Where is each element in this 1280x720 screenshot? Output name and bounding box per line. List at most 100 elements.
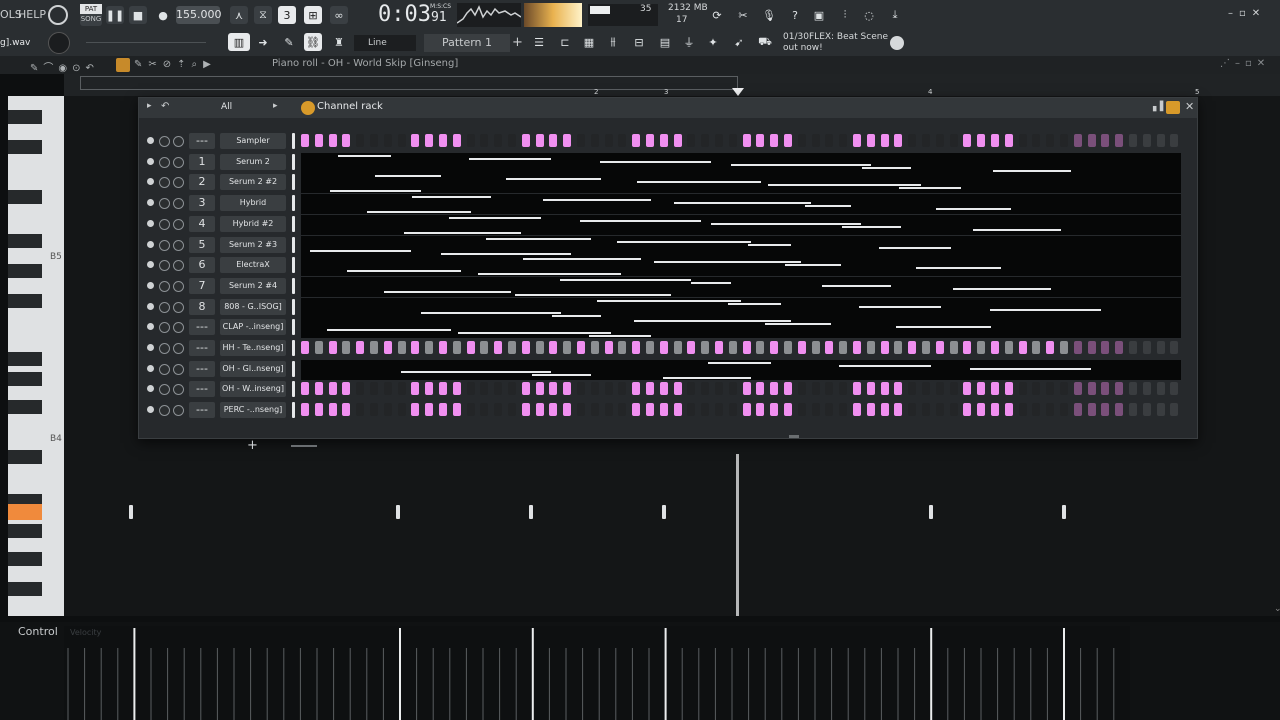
step-button[interactable] (1060, 134, 1068, 147)
step-button[interactable] (853, 382, 861, 396)
step-button[interactable] (687, 134, 696, 147)
step-button[interactable] (825, 341, 834, 354)
step-button[interactable] (563, 403, 572, 417)
step-button[interactable] (1101, 403, 1110, 417)
step-button[interactable] (853, 341, 861, 354)
step-button[interactable] (853, 403, 861, 417)
rack-scrollbar[interactable] (291, 445, 317, 447)
step-button[interactable] (604, 134, 613, 147)
step-button[interactable] (425, 382, 434, 396)
step-button[interactable] (742, 134, 751, 147)
step-button[interactable] (1046, 341, 1055, 354)
step-button[interactable] (314, 403, 323, 417)
step-button[interactable] (784, 134, 792, 147)
step-button[interactable] (949, 403, 958, 417)
record-button[interactable]: ● (154, 6, 172, 24)
step-button[interactable] (425, 403, 434, 417)
mute-led[interactable] (147, 261, 154, 269)
control-label[interactable]: Control (18, 625, 58, 638)
master-volume-knob[interactable] (48, 32, 70, 54)
mixer-track-number[interactable]: 1 (189, 153, 215, 170)
pencil-icon[interactable]: ✎ (280, 33, 298, 51)
mixer-track-number[interactable]: --- (189, 340, 215, 356)
volume-knob[interactable] (173, 218, 184, 230)
bird-icon[interactable]: ➹ (730, 33, 748, 51)
mute-led[interactable] (147, 157, 154, 165)
step-button[interactable] (935, 341, 944, 354)
step-button[interactable] (797, 134, 806, 147)
volume-knob[interactable] (173, 260, 184, 272)
step-button[interactable] (577, 341, 585, 354)
mixer-track-number[interactable]: 8 (189, 298, 215, 315)
step-button[interactable] (922, 134, 930, 147)
note[interactable] (662, 505, 666, 519)
step-button[interactable] (356, 403, 365, 417)
channel-row[interactable]: 8 808 - G..ISOG] (143, 297, 1183, 318)
step-button[interactable] (963, 403, 972, 417)
step-button[interactable] (880, 134, 889, 147)
step-button[interactable] (770, 341, 779, 354)
step-button[interactable] (1170, 403, 1179, 417)
channel-name-button[interactable]: OH - W..inseng] (220, 381, 286, 398)
step-button[interactable] (328, 382, 337, 396)
mute-led[interactable] (147, 137, 154, 144)
step-button[interactable] (1129, 341, 1137, 354)
step-button[interactable] (784, 382, 792, 396)
step-button[interactable] (908, 341, 917, 354)
step-button[interactable] (784, 341, 792, 354)
step-button[interactable] (535, 382, 544, 396)
mixer-slider-icon[interactable]: ⫵ (604, 33, 622, 51)
step-button[interactable] (673, 382, 682, 396)
step-button[interactable] (756, 134, 765, 147)
channel-name-button[interactable]: ElectraX (220, 257, 286, 274)
channel-row[interactable]: 7 Serum 2 #4 (143, 276, 1183, 297)
step-button[interactable] (577, 382, 585, 396)
step-button[interactable] (383, 134, 392, 147)
hint-text-2[interactable]: out now! (783, 43, 823, 53)
step-button[interactable] (1170, 341, 1179, 354)
step-button[interactable] (632, 403, 641, 417)
channel-name-button[interactable]: Hybrid (220, 195, 286, 212)
pat-song-toggle[interactable]: PAT SONG (80, 4, 102, 26)
channel-row[interactable]: --- OH - Gl..nseng] (143, 359, 1183, 380)
volume-knob[interactable] (173, 280, 184, 292)
channel-name-button[interactable]: Serum 2 #3 (220, 236, 286, 253)
piano-icon[interactable]: ▥ (228, 33, 250, 51)
channel-name-button[interactable]: CLAP -..inseng] (220, 319, 286, 336)
loop-record-icon[interactable]: ∞ (330, 6, 348, 24)
step-button[interactable] (356, 134, 365, 147)
blend-notes-icon[interactable]: ⊞ (304, 6, 322, 24)
piano-keyboard[interactable]: B5 B4 (8, 96, 64, 616)
add-channel-button[interactable]: + (247, 438, 258, 453)
mini-piano-roll[interactable] (301, 173, 1181, 194)
undo-icon[interactable]: ↶ (161, 101, 169, 112)
step-button[interactable] (811, 134, 820, 147)
channel-name-button[interactable]: Sampler (220, 133, 286, 149)
link-icon[interactable]: ⛓ (304, 33, 322, 51)
step-button[interactable] (397, 403, 406, 417)
pan-knob[interactable] (159, 405, 170, 417)
mixer-track-number[interactable]: 2 (189, 174, 215, 191)
step-button[interactable] (1032, 134, 1041, 147)
step-button[interactable] (590, 134, 599, 147)
step-button[interactable] (370, 403, 378, 417)
step-button[interactable] (866, 341, 875, 354)
mute-led[interactable] (147, 385, 154, 393)
mute-led[interactable] (147, 199, 154, 207)
step-button[interactable] (590, 382, 599, 396)
step-button[interactable] (1142, 403, 1151, 417)
step-button[interactable] (549, 341, 558, 354)
tuner-icon[interactable]: ✦ (704, 33, 722, 51)
step-button[interactable] (991, 382, 999, 396)
step-button[interactable] (894, 341, 903, 354)
step-button[interactable] (701, 134, 710, 147)
rack-resize-handle[interactable] (789, 435, 799, 438)
step-button[interactable] (521, 134, 530, 147)
note[interactable] (1062, 505, 1066, 519)
timeline[interactable]: 2 3 4 5 (64, 74, 1280, 96)
pan-knob[interactable] (159, 260, 170, 272)
step-button[interactable] (1004, 134, 1013, 147)
channel-select[interactable] (292, 319, 295, 336)
channel-select[interactable] (292, 215, 295, 232)
step-button[interactable] (1087, 382, 1096, 396)
